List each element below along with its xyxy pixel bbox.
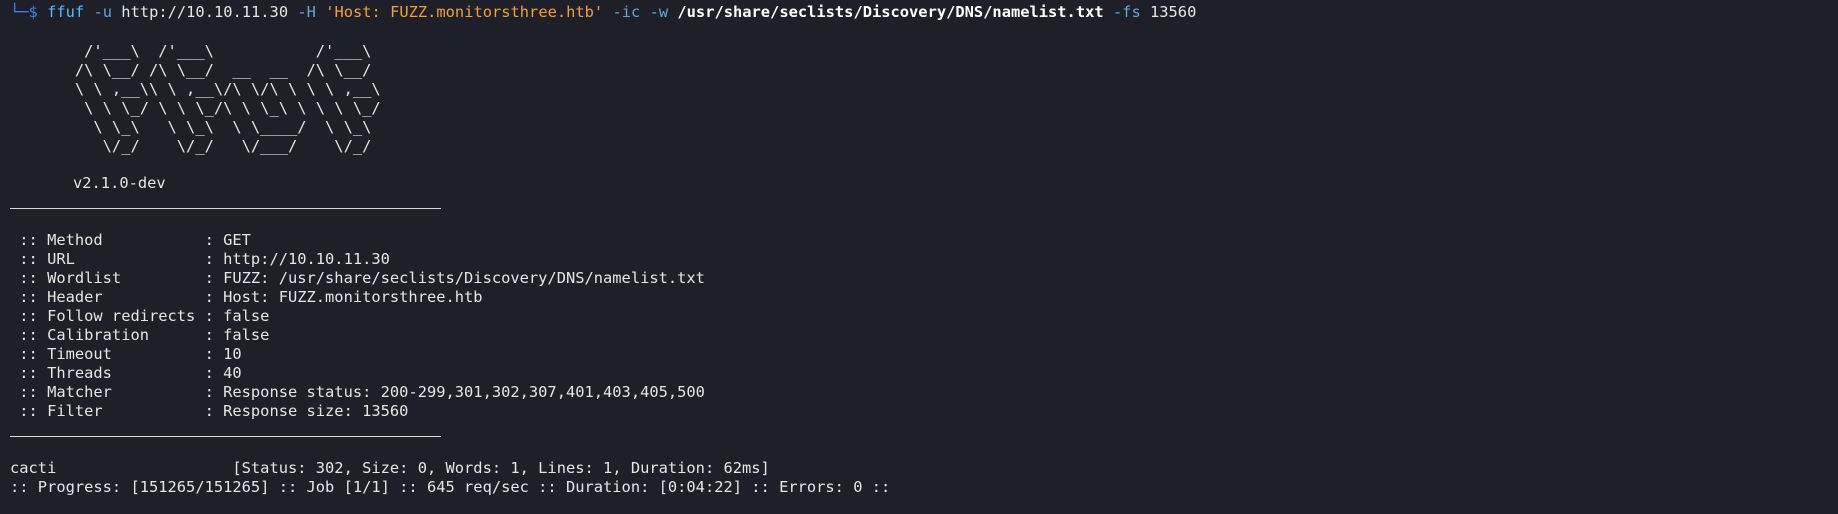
banner-line: \ \ ,__\\ \ ,__\/\ \/\ \ \ \ ,__\	[10, 80, 381, 98]
flag-ic: -ic	[612, 3, 641, 21]
config-line-filter: :: Filter : Response size: 13560	[10, 402, 409, 420]
command-name: ffuf	[47, 3, 85, 21]
config-line-url: :: URL : http://10.10.11.30	[10, 250, 390, 268]
prompt-corner: └─	[10, 3, 29, 21]
progress-line: :: Progress: [151265/151265] :: Job [1/1…	[10, 478, 891, 496]
flag-h: -H	[297, 3, 316, 21]
result-line: cacti [Status: 302, Size: 0, Words: 1, L…	[10, 459, 770, 477]
config-line-header: :: Header : Host: FUZZ.monitorsthree.htb	[10, 288, 483, 306]
config-line-threads: :: Threads : 40	[10, 364, 242, 382]
banner-line: \ \_\ \ \_\ \ \____/ \ \_\	[10, 118, 372, 136]
flag-fs: -fs	[1112, 3, 1141, 21]
config-line-calibration: :: Calibration : false	[10, 326, 270, 344]
target-url: http://10.10.11.30	[121, 3, 289, 21]
prompt-dollar: $	[28, 3, 38, 21]
banner-line: /'___\ /'___\ /'___\	[10, 42, 372, 60]
banner-line: /\ \__/ /\ \__/ __ __ /\ \__/	[10, 61, 372, 79]
config-line-wordlist: :: Wordlist : FUZZ: /usr/share/seclists/…	[10, 269, 705, 287]
banner-line: \ \ \_/ \ \ \_/\ \ \_\ \ \ \ \_/	[10, 99, 381, 117]
config-line-method: :: Method : GET	[10, 231, 251, 249]
header-value: 'Host: FUZZ.monitorsthree.htb'	[325, 3, 604, 21]
wordlist-path: /usr/share/seclists/Discovery/DNS/nameli…	[677, 3, 1104, 21]
separator-top	[10, 208, 441, 209]
config-line-redirects: :: Follow redirects : false	[10, 307, 270, 325]
terminal-window[interactable]: └─$ ffuf -u http://10.10.11.30 -H 'Host:…	[0, 0, 1838, 514]
flag-w: -w	[649, 3, 669, 21]
banner-line: \/_/ \/_/ \/___/ \/_/	[10, 137, 372, 155]
fs-value: 13560	[1150, 3, 1197, 21]
flag-u: -u	[93, 3, 113, 21]
config-line-matcher: :: Matcher : Response status: 200-299,30…	[10, 383, 705, 401]
version-label: v2.1.0-dev	[73, 174, 166, 192]
config-line-timeout: :: Timeout : 10	[10, 345, 242, 363]
command-line: └─$ ffuf -u http://10.10.11.30 -H 'Host:…	[10, 3, 1196, 22]
separator-bottom	[10, 436, 441, 437]
